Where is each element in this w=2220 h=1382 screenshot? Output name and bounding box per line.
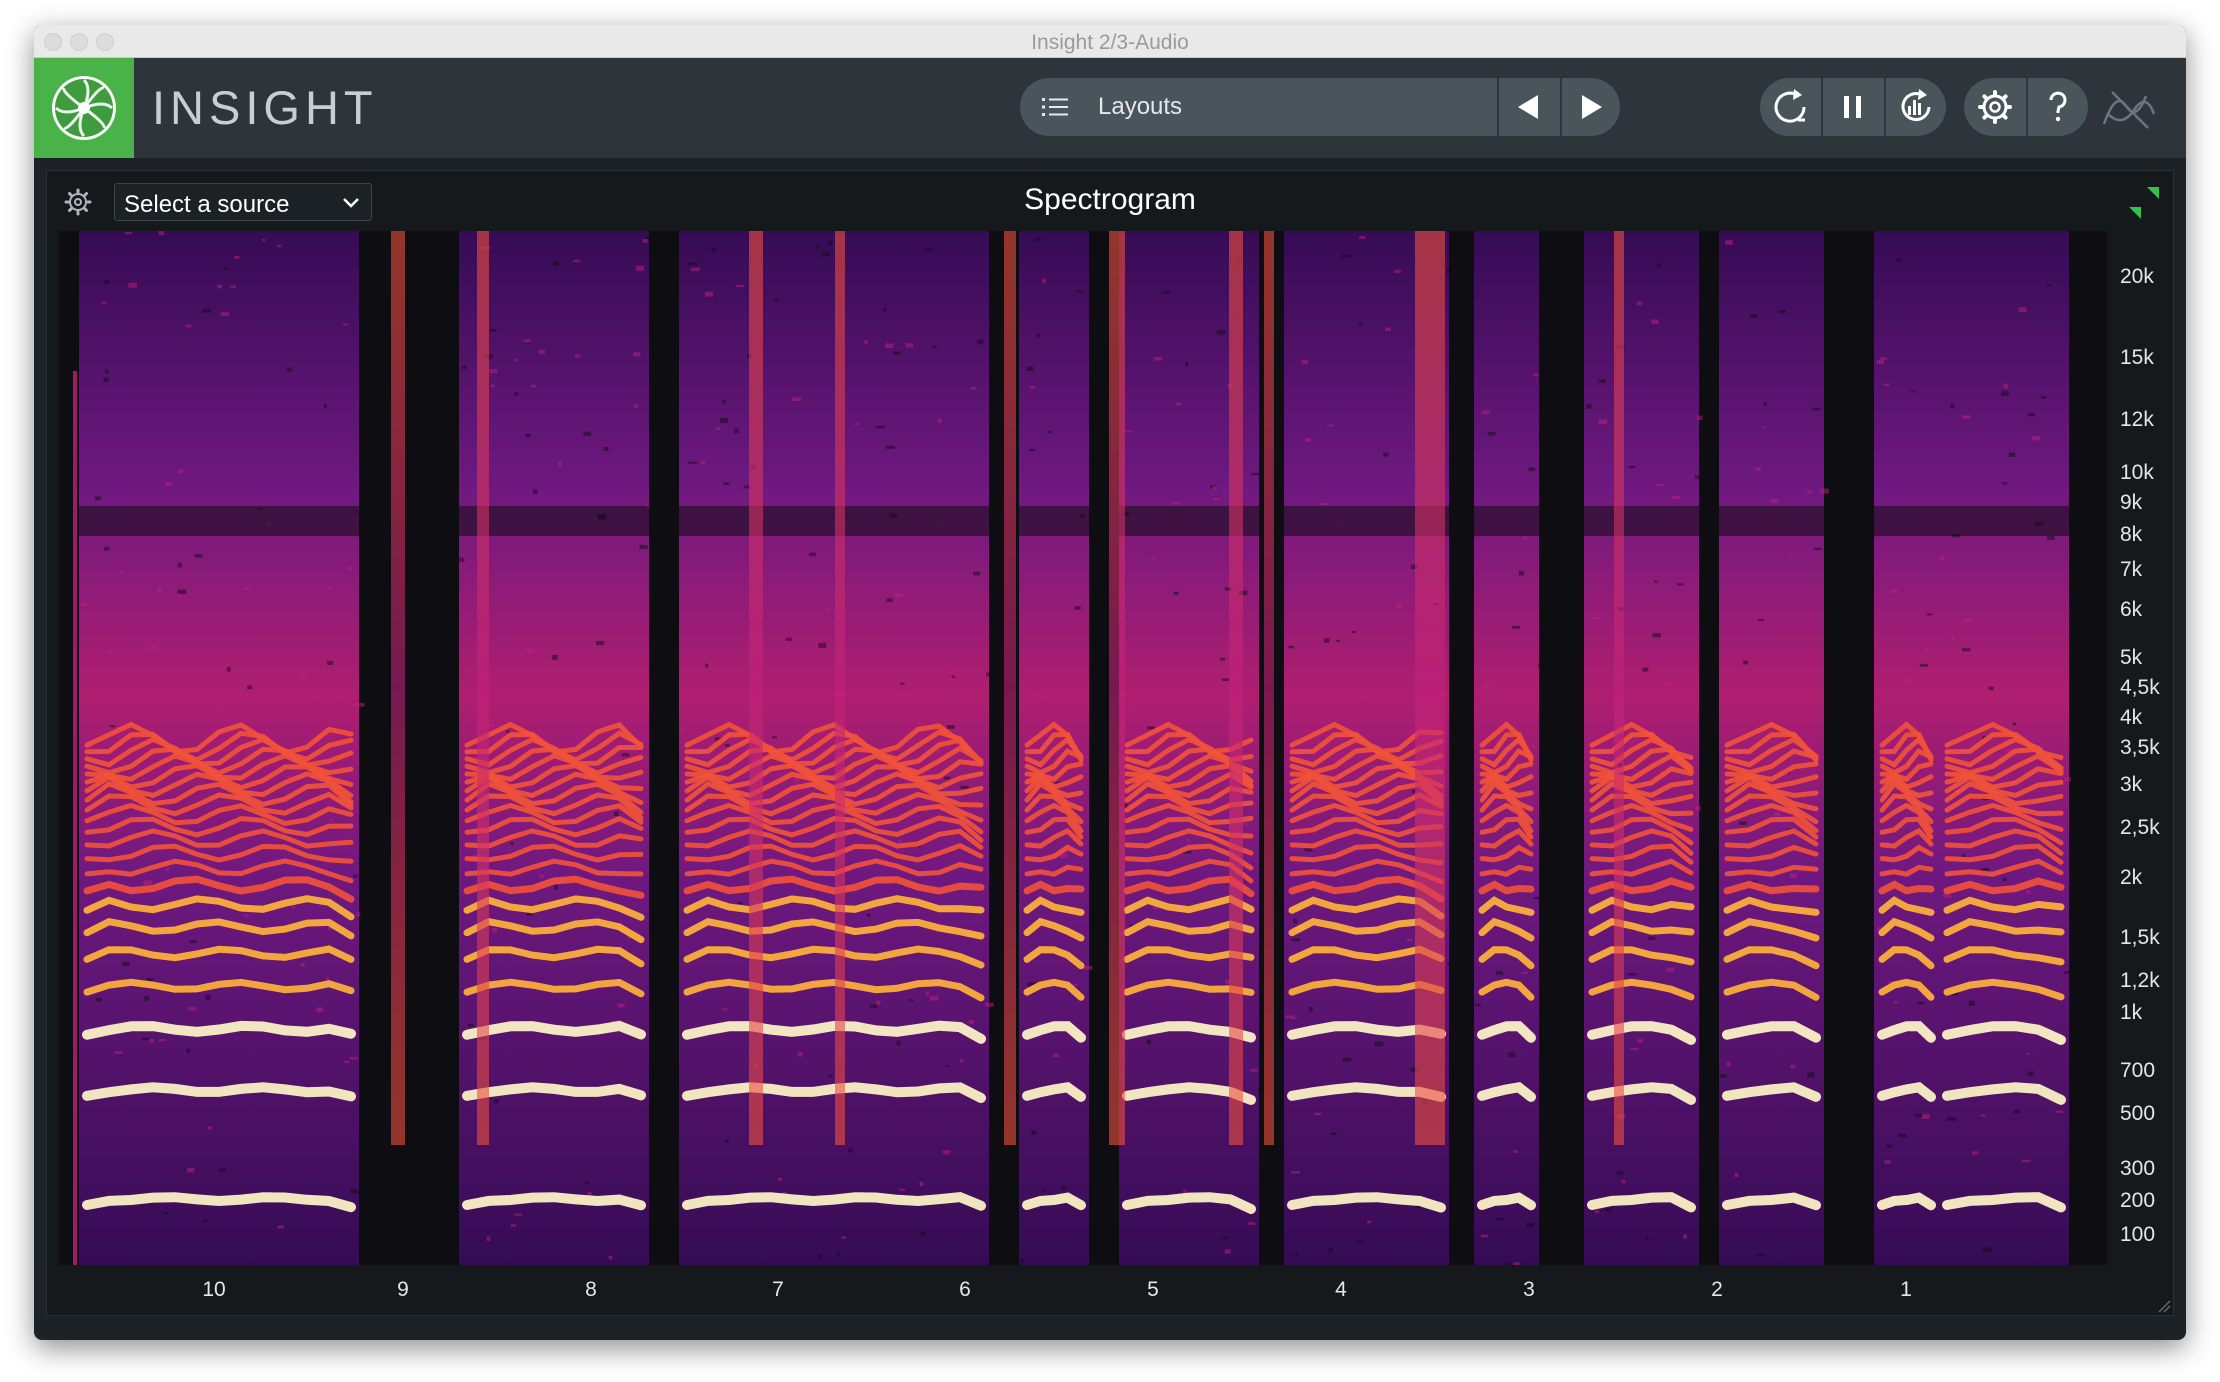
- toolbar: INSIGHT Layouts: [34, 58, 2186, 158]
- previous-layout-button[interactable]: [1500, 78, 1558, 136]
- transient-column: [1264, 231, 1274, 1145]
- transient-column: [477, 231, 489, 1145]
- transient-column: [835, 231, 845, 1145]
- playback-controls: [1760, 78, 1946, 136]
- frequency-label: 2k: [2120, 866, 2143, 889]
- title-bar: Insight 2/3-Audio: [34, 25, 2186, 58]
- frequency-label: 12k: [2120, 408, 2154, 431]
- frequency-label: 4k: [2120, 706, 2143, 729]
- time-label: 9: [397, 1278, 409, 1301]
- frequency-label: 500: [2120, 1102, 2156, 1125]
- frequency-label: 100: [2120, 1223, 2156, 1246]
- frequency-label: 8k: [2120, 523, 2143, 546]
- app-name: INSIGHT: [152, 81, 378, 134]
- spectrogram-display[interactable]: [59, 231, 2107, 1267]
- frequency-label: 300: [2120, 1157, 2156, 1180]
- transient-column: [1004, 231, 1016, 1145]
- transient-column: [1229, 231, 1243, 1145]
- harmonic-line: [1022, 1192, 1086, 1211]
- list-menu-icon[interactable]: [1042, 96, 1068, 118]
- harmonic-line: [1877, 1192, 1936, 1211]
- app-logo: [34, 58, 134, 158]
- time-label: 7: [772, 1278, 784, 1301]
- frequency-label: 5k: [2120, 646, 2143, 669]
- pause-button[interactable]: [1823, 78, 1883, 136]
- frequency-label: 1,2k: [2120, 969, 2160, 992]
- transient-column: [1614, 231, 1624, 1145]
- time-label: 2: [1711, 1278, 1723, 1301]
- expand-panel-icon[interactable]: [2124, 183, 2164, 223]
- pause-icon: [1844, 96, 1861, 118]
- time-label: 5: [1147, 1278, 1159, 1301]
- settings-help-controls: [1964, 78, 2088, 136]
- frequency-label: 6k: [2120, 598, 2143, 621]
- time-label: 8: [585, 1278, 597, 1301]
- frequency-label: 1,5k: [2120, 926, 2160, 949]
- spectrogram-segment: [1584, 231, 1699, 1265]
- harmonic-line: [1477, 1192, 1536, 1211]
- settings-button[interactable]: [1964, 78, 2025, 136]
- freeze-button[interactable]: [1886, 78, 1946, 136]
- frequency-label: 2,5k: [2120, 816, 2160, 839]
- frequency-label: 4,5k: [2120, 676, 2160, 699]
- question-mark-icon: [2049, 91, 2067, 122]
- time-label: 4: [1335, 1278, 1347, 1301]
- separator: [1497, 78, 1499, 136]
- frequency-label: 7k: [2120, 558, 2143, 581]
- meter-refresh-icon: [1901, 89, 1931, 122]
- frequency-label: 1k: [2120, 1001, 2143, 1024]
- spectrogram-image: [73, 231, 2071, 1267]
- frequency-label: 200: [2120, 1189, 2156, 1212]
- next-layout-button[interactable]: [1562, 78, 1620, 136]
- harmonic-line: [1722, 1192, 1821, 1211]
- reset-button[interactable]: [1760, 78, 1820, 136]
- time-label: 10: [202, 1278, 226, 1301]
- izotope-logo-icon: [2102, 91, 2156, 129]
- transient-column: [1109, 231, 1125, 1145]
- frequency-label: 15k: [2120, 346, 2154, 369]
- app-window: Insight 2/3-Audio INSIGHT Layouts Select…: [34, 25, 2186, 1340]
- insight-logo-icon: [52, 76, 116, 140]
- triangle-right-icon: [1582, 95, 1602, 119]
- panel-title: Spectrogram: [1024, 183, 1196, 216]
- frequency-label: 10k: [2120, 461, 2154, 484]
- gear-icon: [1978, 90, 2012, 124]
- frequency-label: 9k: [2120, 491, 2143, 514]
- frequency-label: 20k: [2120, 265, 2154, 288]
- reset-loop-icon: [1774, 89, 1806, 123]
- time-label: 6: [959, 1278, 971, 1301]
- spectrogram-panel: Select a source Spectrogram 20k 15k 12k 10k…: [46, 170, 2174, 1316]
- window-title: Insight 2/3-Audio: [1031, 31, 1189, 54]
- transient-column: [391, 231, 405, 1145]
- frequency-label: 3,5k: [2120, 736, 2160, 759]
- frequency-label: 700: [2120, 1059, 2156, 1082]
- time-label: 3: [1523, 1278, 1535, 1301]
- help-button[interactable]: [2028, 78, 2088, 136]
- layouts-button[interactable]: Layouts: [1098, 93, 1182, 121]
- layouts-bar: Layouts: [1020, 78, 1620, 136]
- transient-column: [749, 231, 763, 1145]
- transient-column: [1415, 231, 1445, 1145]
- time-label: 1: [1900, 1278, 1912, 1301]
- triangle-left-icon: [1518, 95, 1538, 119]
- frequency-label: 3k: [2120, 773, 2143, 796]
- resize-grip-icon[interactable]: [2155, 1297, 2171, 1313]
